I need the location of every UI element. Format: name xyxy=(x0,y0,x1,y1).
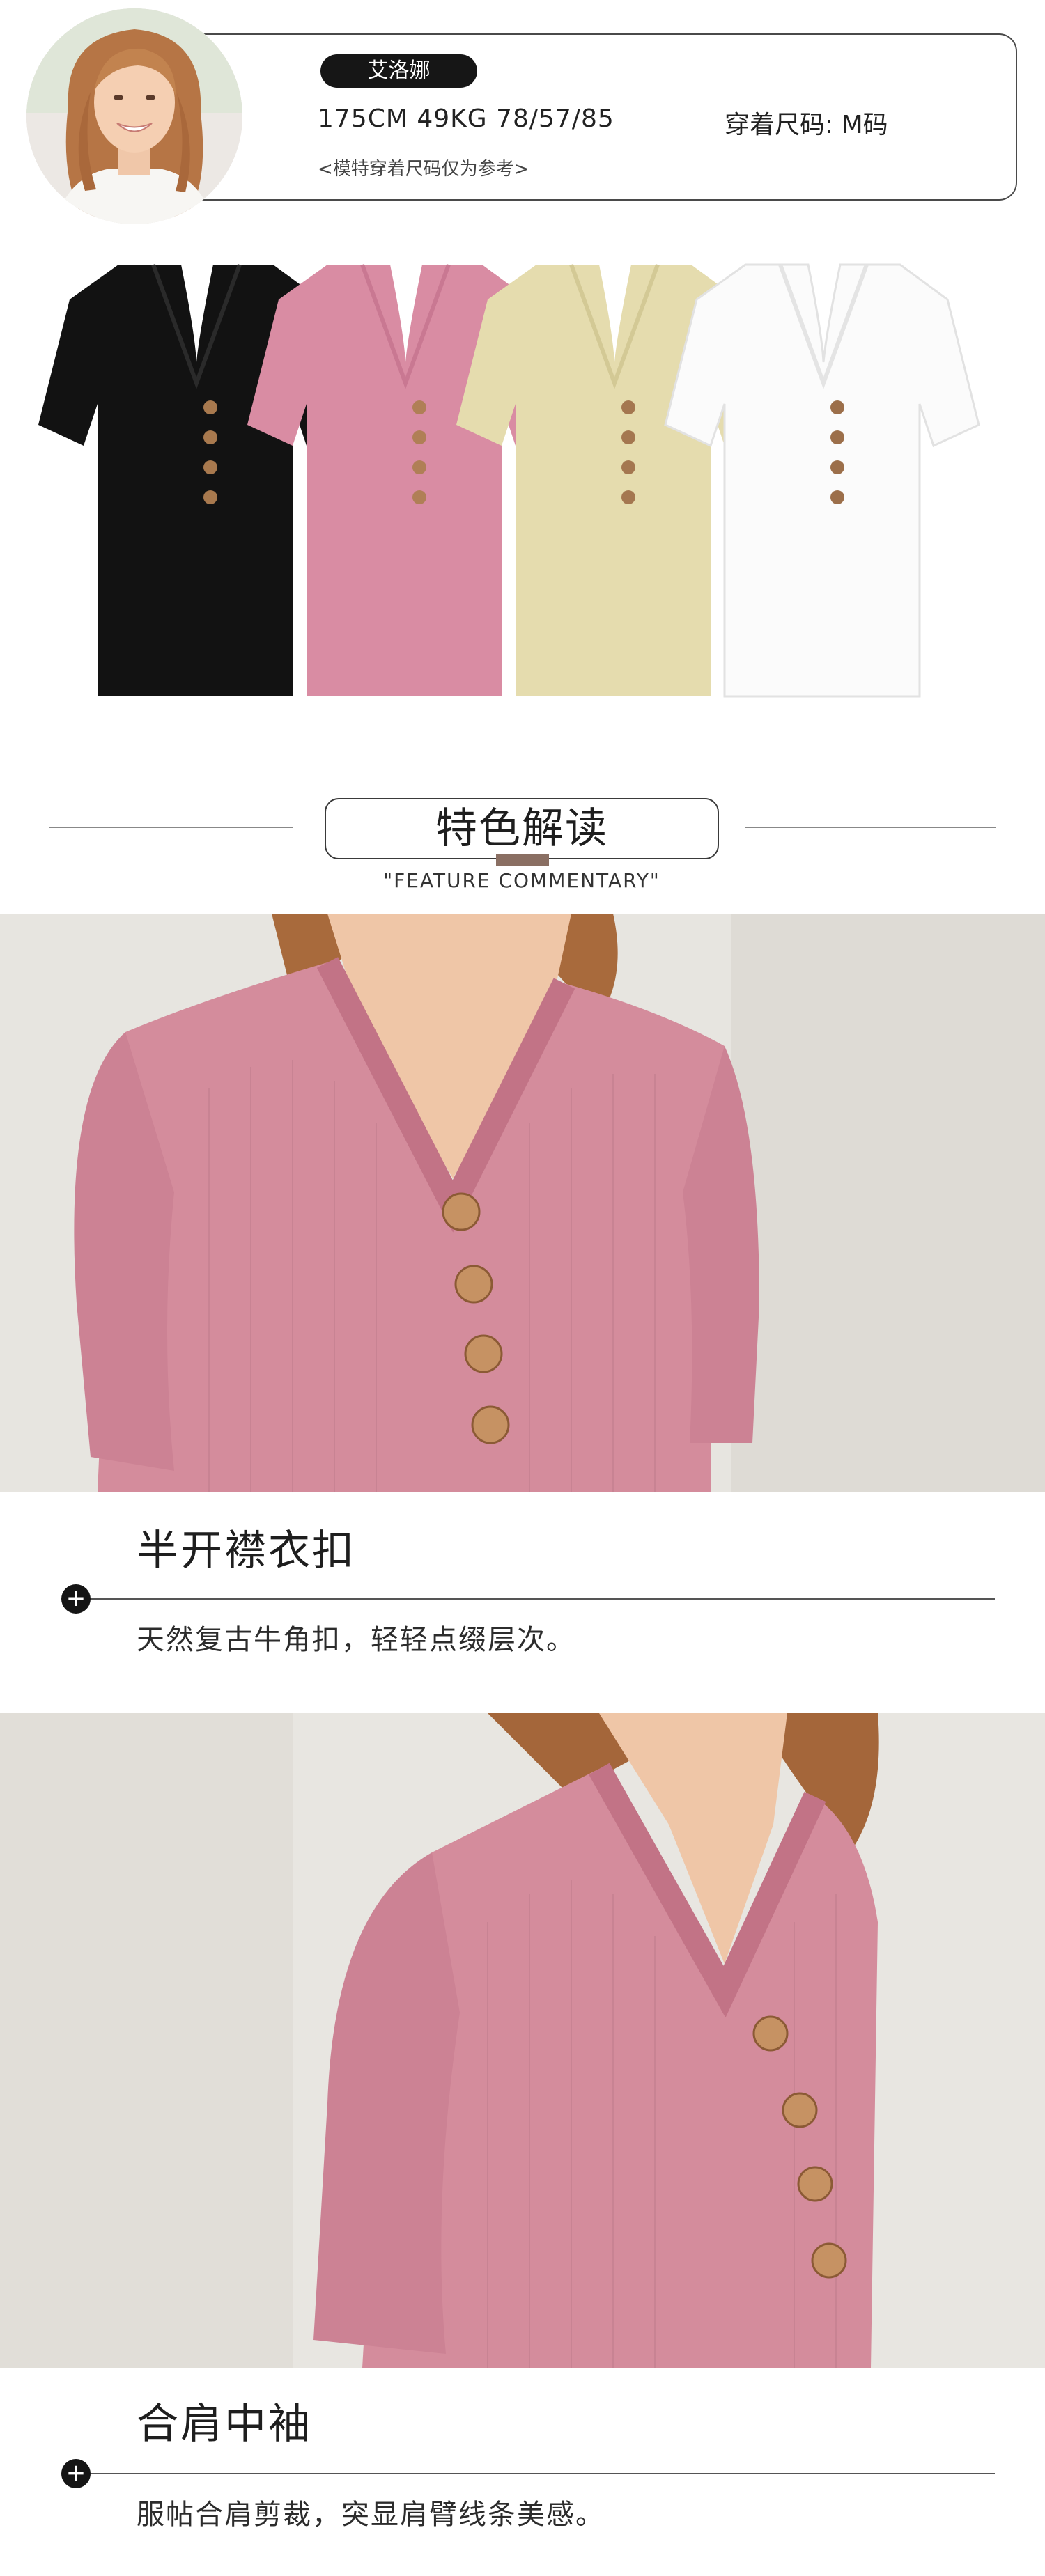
detail-photo-shoulder xyxy=(0,1713,1045,2368)
feature-1-title: 半开襟衣扣 xyxy=(137,1527,356,1575)
header-divider-left xyxy=(49,827,293,828)
detail-photo-placket xyxy=(0,914,1045,1492)
model-measurements: 175CM 49KG 78/57/85 xyxy=(318,104,614,133)
feature-2-divider xyxy=(75,2473,995,2474)
model-name-badge: 艾洛娜 xyxy=(320,54,477,88)
model-size-worn: 穿着尺码: M码 xyxy=(725,111,888,139)
feature-1-divider xyxy=(75,1598,995,1600)
feature-1-description: 天然复古牛角扣，轻轻点缀层次。 xyxy=(137,1624,575,1656)
colorway-gallery xyxy=(0,251,1045,710)
colorway-white-top[interactable] xyxy=(641,251,1003,710)
model-avatar xyxy=(26,8,242,224)
size-reference-note: <模特穿着尺码仅为参考> xyxy=(318,159,529,180)
header-divider-right xyxy=(745,827,996,828)
section-accent-bar xyxy=(496,854,549,866)
section-title: 特色解读 xyxy=(435,804,608,853)
plus-icon: + xyxy=(61,1584,91,1614)
plus-icon: + xyxy=(61,2459,91,2488)
feature-2-description: 服帖合肩剪裁，突显肩臂线条美感。 xyxy=(137,2499,605,2531)
feature-2-title: 合肩中袖 xyxy=(137,2400,312,2449)
section-subtitle: "FEATURE COMMENTARY" xyxy=(383,869,660,892)
